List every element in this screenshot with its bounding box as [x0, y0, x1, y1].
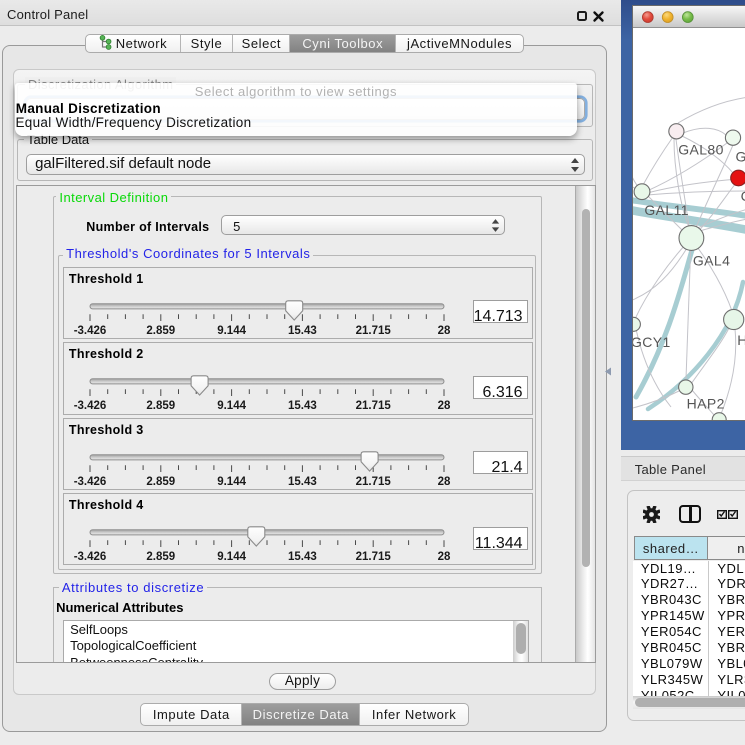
- svg-text:9.144: 9.144: [217, 476, 246, 488]
- svg-text:GAL80: GAL80: [678, 141, 724, 157]
- svg-text:GA: GA: [736, 148, 745, 164]
- svg-text:C: C: [741, 188, 745, 204]
- svg-text:HI: HI: [737, 332, 745, 348]
- svg-text:28: 28: [438, 476, 451, 488]
- svg-text:21.715: 21.715: [356, 551, 392, 563]
- svg-text:9.144: 9.144: [217, 325, 246, 337]
- svg-text:15.43: 15.43: [288, 551, 317, 563]
- svg-text:9.144: 9.144: [217, 400, 246, 412]
- svg-text:28: 28: [438, 551, 451, 563]
- svg-text:21.715: 21.715: [356, 476, 392, 488]
- svg-text:28: 28: [438, 400, 451, 412]
- svg-text:21.715: 21.715: [356, 400, 392, 412]
- svg-text:15.43: 15.43: [288, 476, 317, 488]
- svg-text:2.859: 2.859: [146, 551, 175, 563]
- svg-text:28: 28: [438, 325, 451, 337]
- svg-text:2.859: 2.859: [146, 476, 175, 488]
- svg-text:GAL11: GAL11: [645, 202, 690, 218]
- svg-text:-3.426: -3.426: [74, 476, 107, 488]
- svg-text:GCY1: GCY1: [633, 334, 671, 350]
- svg-text:15.43: 15.43: [288, 400, 317, 412]
- svg-text:-3.426: -3.426: [74, 400, 107, 412]
- svg-text:15.43: 15.43: [288, 325, 317, 337]
- svg-text:2.859: 2.859: [146, 400, 175, 412]
- svg-text:HAP2: HAP2: [687, 395, 725, 411]
- svg-text:2.859: 2.859: [146, 325, 175, 337]
- svg-text:9.144: 9.144: [217, 551, 246, 563]
- svg-text:-3.426: -3.426: [74, 551, 107, 563]
- svg-text:21.715: 21.715: [356, 325, 392, 337]
- svg-text:GAL4: GAL4: [693, 252, 730, 268]
- svg-text:-3.426: -3.426: [74, 325, 107, 337]
